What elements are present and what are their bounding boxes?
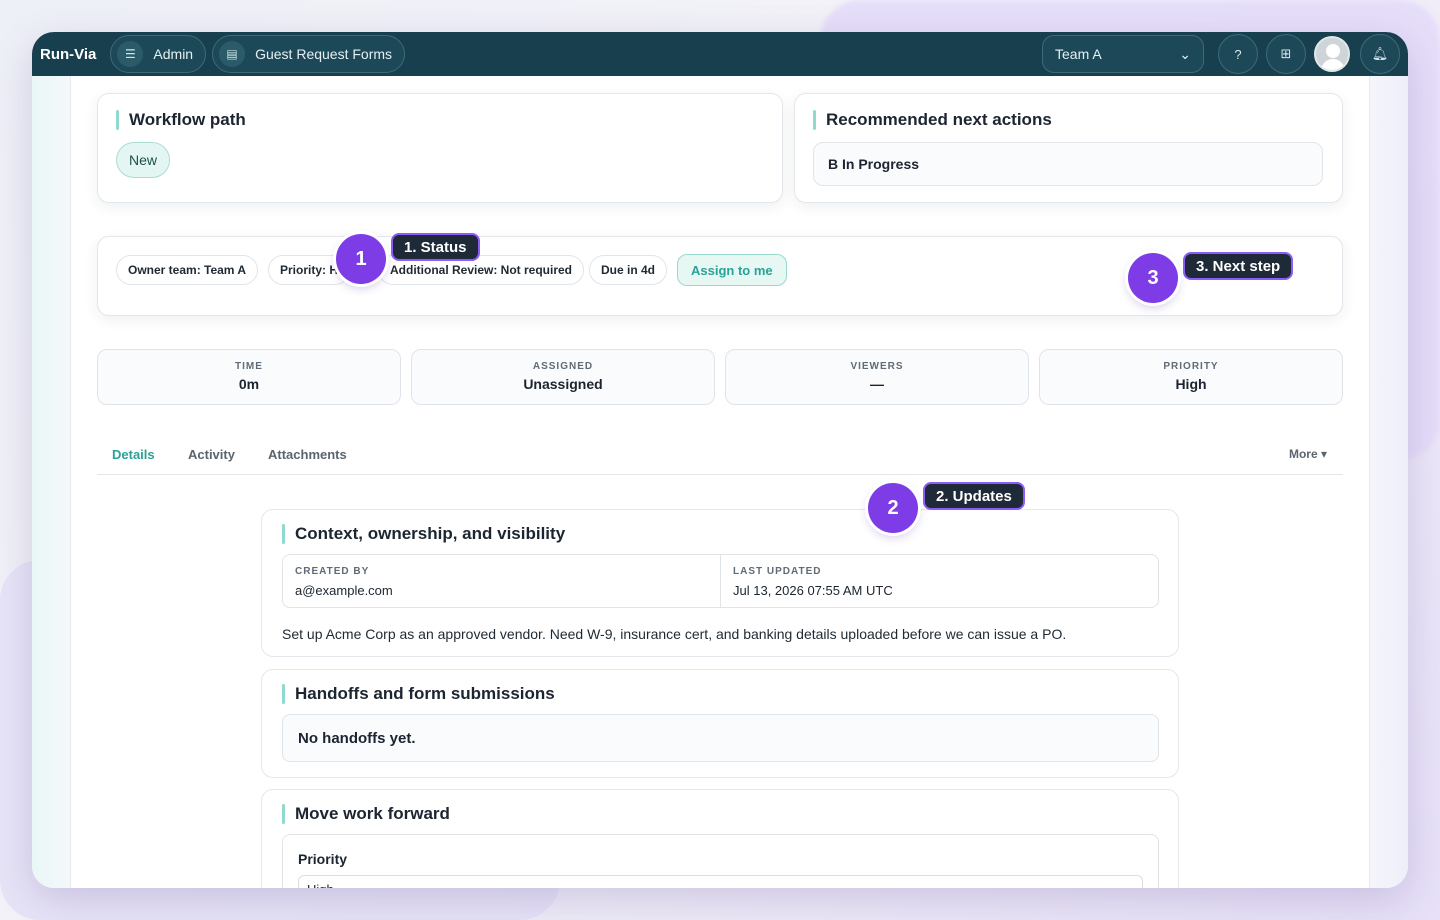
detail-tabs: Details Activity Attachments More ▾ bbox=[97, 443, 1343, 475]
help-icon: ? bbox=[1234, 46, 1242, 62]
priority-field-label: Priority bbox=[298, 851, 348, 867]
stat-label: PRIORITY bbox=[1163, 361, 1219, 372]
workflow-card: Workflow path New bbox=[97, 93, 783, 203]
context-section: Context, ownership, and visibility CREAT… bbox=[261, 509, 1179, 657]
last-updated-value: Jul 13, 2026 07:55 AM UTC bbox=[733, 583, 893, 598]
top-bar: Run-Via ☰ Admin ▤ Guest Request Forms Te… bbox=[32, 32, 1408, 76]
stat-assigned: ASSIGNED Unassigned bbox=[411, 349, 715, 405]
created-by-value: a@example.com bbox=[295, 583, 393, 598]
assign-to-me-button[interactable]: Assign to me bbox=[677, 254, 787, 286]
title-accent-bar bbox=[282, 684, 285, 704]
tab-activity[interactable]: Activity bbox=[188, 447, 235, 462]
priority-select[interactable]: High bbox=[298, 875, 1143, 888]
status-chip-new[interactable]: New bbox=[116, 142, 171, 178]
callout-3-number: 3 bbox=[1128, 253, 1178, 303]
title-accent-bar bbox=[813, 110, 816, 130]
handoffs-section: Handoffs and form submissions No handoff… bbox=[261, 669, 1179, 778]
title-accent-bar bbox=[282, 804, 285, 824]
apps-button[interactable]: ⊞ bbox=[1266, 34, 1306, 74]
workflow-title-text: Workflow path bbox=[129, 110, 246, 129]
brand-logo[interactable]: Run-Via bbox=[40, 46, 96, 63]
title-accent-bar bbox=[116, 110, 119, 130]
owner-team-tag: Owner team: Team A bbox=[116, 255, 259, 285]
stat-value: Unassigned bbox=[523, 376, 603, 392]
bell-icon: 🔔︎ bbox=[1371, 46, 1389, 61]
priority-field-box: Priority High bbox=[282, 834, 1159, 888]
grid-icon: ⊞ bbox=[1280, 46, 1292, 61]
due-tag: Due in 4d bbox=[589, 255, 668, 285]
recommended-title: Recommended next actions bbox=[813, 110, 1052, 130]
title-accent-bar bbox=[282, 524, 285, 544]
notifications-button[interactable]: 🔔︎ bbox=[1360, 34, 1400, 74]
callout-2-label: 2. Updates bbox=[923, 482, 1025, 510]
request-description: Set up Acme Corp as an approved vendor. … bbox=[282, 626, 1067, 642]
app-window: Run-Via ☰ Admin ▤ Guest Request Forms Te… bbox=[32, 32, 1408, 888]
workflow-title: Workflow path bbox=[116, 110, 246, 130]
context-title-text: Context, ownership, and visibility bbox=[295, 524, 566, 543]
team-select-value: Team A bbox=[1055, 46, 1102, 62]
sliders-icon: ☰ bbox=[117, 41, 144, 67]
nav-guest-request-forms[interactable]: ▤ Guest Request Forms bbox=[212, 35, 406, 73]
nav-guest-request-forms-label: Guest Request Forms bbox=[255, 46, 393, 62]
tab-more[interactable]: More ▾ bbox=[1289, 447, 1327, 461]
last-updated-cell: LAST UPDATED Jul 13, 2026 07:55 AM UTC bbox=[720, 555, 1158, 607]
handoffs-title: Handoffs and form submissions bbox=[282, 684, 555, 704]
side-panel-right bbox=[1370, 76, 1408, 888]
context-meta-grid: CREATED BY a@example.com LAST UPDATED Ju… bbox=[282, 554, 1159, 608]
move-forward-section: Move work forward Priority High bbox=[261, 789, 1179, 888]
tab-details[interactable]: Details bbox=[112, 447, 155, 462]
avatar[interactable] bbox=[1314, 36, 1350, 72]
created-by-label: CREATED BY bbox=[295, 566, 370, 577]
nav-admin-label: Admin bbox=[153, 46, 194, 62]
handoffs-title-text: Handoffs and form submissions bbox=[295, 684, 555, 703]
side-panel-left bbox=[32, 76, 70, 888]
stat-label: ASSIGNED bbox=[532, 361, 594, 372]
move-forward-title: Move work forward bbox=[282, 804, 450, 824]
chevron-down-icon: ⌄ bbox=[1179, 45, 1191, 62]
tab-attachments[interactable]: Attachments bbox=[268, 447, 347, 462]
stat-value: High bbox=[1175, 376, 1207, 392]
callout-3-label: 3. Next step bbox=[1183, 252, 1294, 280]
help-button[interactable]: ? bbox=[1218, 34, 1258, 74]
callout-2-number: 2 bbox=[868, 483, 918, 533]
document-icon: ▤ bbox=[219, 41, 246, 67]
handoffs-empty-state: No handoffs yet. bbox=[282, 714, 1159, 762]
callout-1-label: 1. Status bbox=[391, 233, 480, 261]
stat-value: — bbox=[870, 376, 884, 392]
stat-time: TIME 0m bbox=[97, 349, 401, 405]
stat-viewers: VIEWERS — bbox=[725, 349, 1029, 405]
stat-value: 0m bbox=[238, 376, 260, 392]
recommended-action-button[interactable]: B In Progress bbox=[813, 142, 1323, 186]
created-by-cell: CREATED BY a@example.com bbox=[283, 555, 720, 607]
callout-1-number: 1 bbox=[336, 234, 386, 284]
stat-priority: PRIORITY High bbox=[1039, 349, 1343, 405]
context-title: Context, ownership, and visibility bbox=[282, 524, 565, 544]
stat-label: TIME bbox=[235, 361, 263, 372]
team-select[interactable]: Team A ⌄ bbox=[1042, 35, 1204, 73]
recommended-title-text: Recommended next actions bbox=[826, 110, 1052, 129]
nav-admin[interactable]: ☰ Admin bbox=[110, 35, 207, 73]
stat-label: VIEWERS bbox=[850, 361, 904, 372]
last-updated-label: LAST UPDATED bbox=[733, 566, 822, 577]
recommended-card: Recommended next actions B In Progress bbox=[794, 93, 1343, 203]
move-forward-title-text: Move work forward bbox=[295, 804, 450, 823]
